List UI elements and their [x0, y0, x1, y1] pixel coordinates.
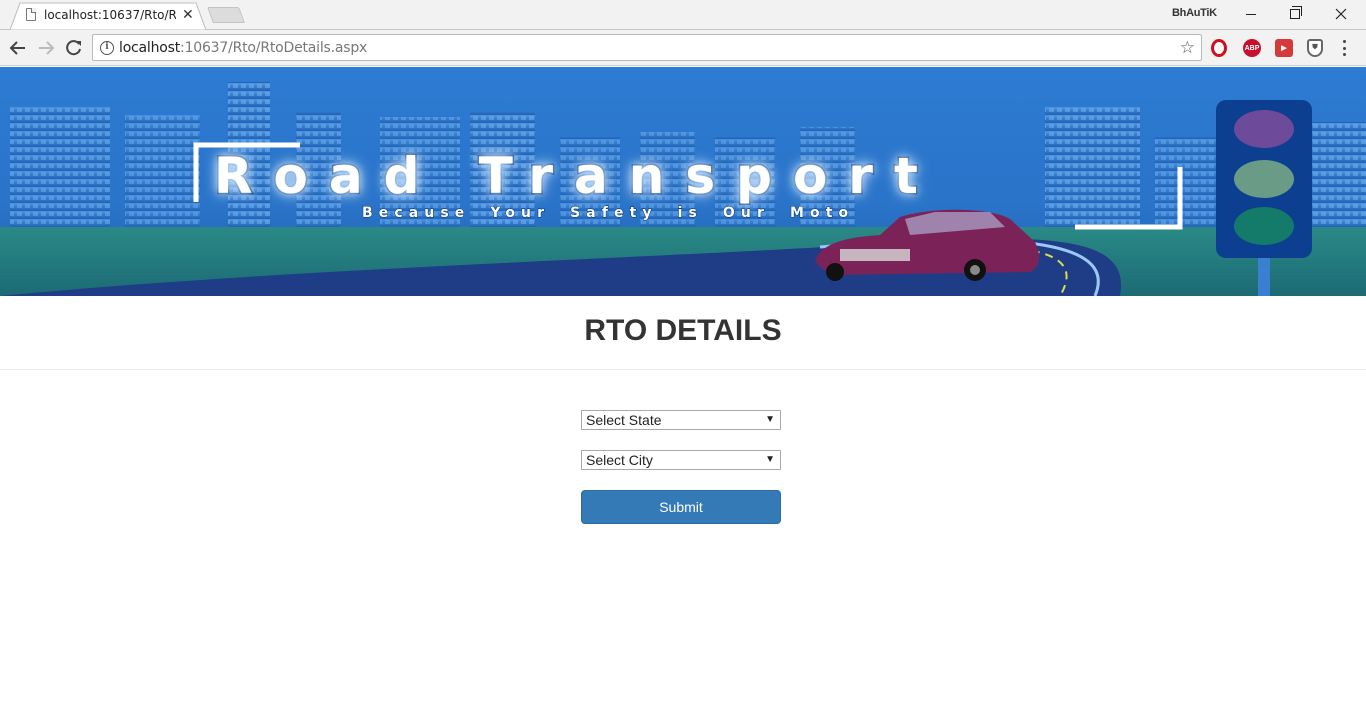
minimize-icon: [1246, 13, 1256, 15]
divider: [0, 369, 1366, 370]
new-tab-button[interactable]: [207, 7, 245, 23]
address-bar[interactable]: i localhost:10637/Rto/RtoDetails.aspx ☆: [92, 34, 1202, 61]
arrow-left-icon: [9, 41, 25, 55]
dropdown-arrow-icon: ▼: [765, 454, 775, 465]
browser-titlebar: localhost:10637/Rto/RtoDetails.aspx ✕ Bh…: [0, 0, 1366, 30]
info-icon[interactable]: i: [100, 41, 114, 55]
reload-icon: [66, 40, 81, 56]
city-select[interactable]: Select City ▼: [581, 450, 781, 470]
tab-title[interactable]: localhost:10637/Rto/RtoDetails.aspx: [44, 8, 176, 22]
close-window-button[interactable]: [1318, 0, 1364, 28]
state-select[interactable]: Select State ▼: [581, 410, 781, 430]
shield-extension-icon[interactable]: ⛊: [1307, 39, 1323, 57]
restore-icon: [1290, 6, 1302, 19]
banner-title: Road Transport: [213, 146, 939, 207]
banner-tagline: Because Your Safety is Our Moto: [361, 205, 855, 222]
road-transport-banner: Road Transport Because Your Safety is Ou…: [0, 67, 1366, 296]
submit-button[interactable]: Submit: [581, 490, 781, 524]
close-icon: [1335, 8, 1347, 20]
back-button[interactable]: [6, 36, 30, 60]
page-icon: [26, 8, 36, 21]
page-title: RTO DETAILS: [584, 314, 782, 347]
restore-button[interactable]: [1272, 0, 1318, 28]
opera-vpn-icon[interactable]: [1211, 39, 1227, 57]
reload-button[interactable]: [62, 36, 86, 60]
minimize-button[interactable]: [1228, 0, 1274, 28]
browser-toolbar: i localhost:10637/Rto/RtoDetails.aspx ☆ …: [0, 30, 1366, 66]
browser-menu-icon[interactable]: [1342, 40, 1346, 56]
state-select-value: Select State: [586, 412, 662, 428]
forward-button[interactable]: [34, 36, 58, 60]
arrow-right-icon: [39, 41, 55, 55]
dropdown-arrow-icon: ▼: [765, 414, 775, 425]
tab-close-icon[interactable]: ✕: [182, 6, 194, 22]
profile-name[interactable]: BhAuTiK: [1172, 7, 1217, 19]
video-downloader-icon[interactable]: ▶: [1275, 39, 1293, 57]
bookmark-star-icon[interactable]: ☆: [1180, 38, 1195, 58]
adblock-plus-icon[interactable]: ABP: [1243, 39, 1261, 57]
city-select-value: Select City: [586, 452, 653, 468]
url-text[interactable]: localhost:10637/Rto/RtoDetails.aspx: [119, 40, 367, 56]
